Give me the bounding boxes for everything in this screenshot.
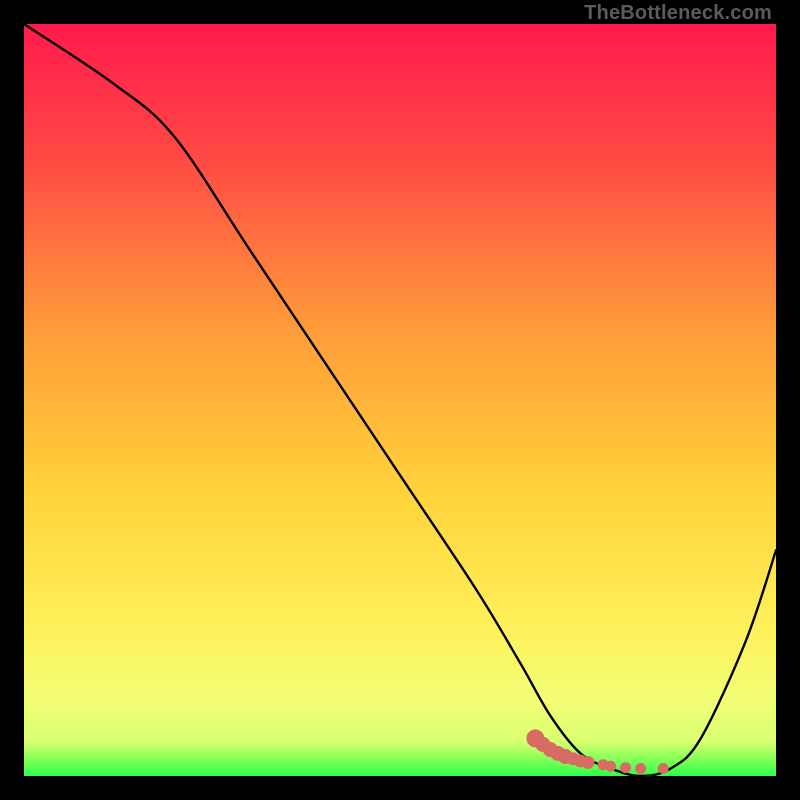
highlight-dot: [605, 761, 616, 772]
highlight-dot: [620, 762, 631, 773]
chart-frame: [24, 24, 776, 776]
watermark-text: TheBottleneck.com: [584, 2, 772, 25]
highlight-dot: [582, 756, 595, 769]
gradient-background: [24, 24, 776, 776]
highlight-dot: [658, 763, 669, 774]
highlight-dot: [635, 763, 646, 774]
bottleneck-chart: [24, 24, 776, 776]
